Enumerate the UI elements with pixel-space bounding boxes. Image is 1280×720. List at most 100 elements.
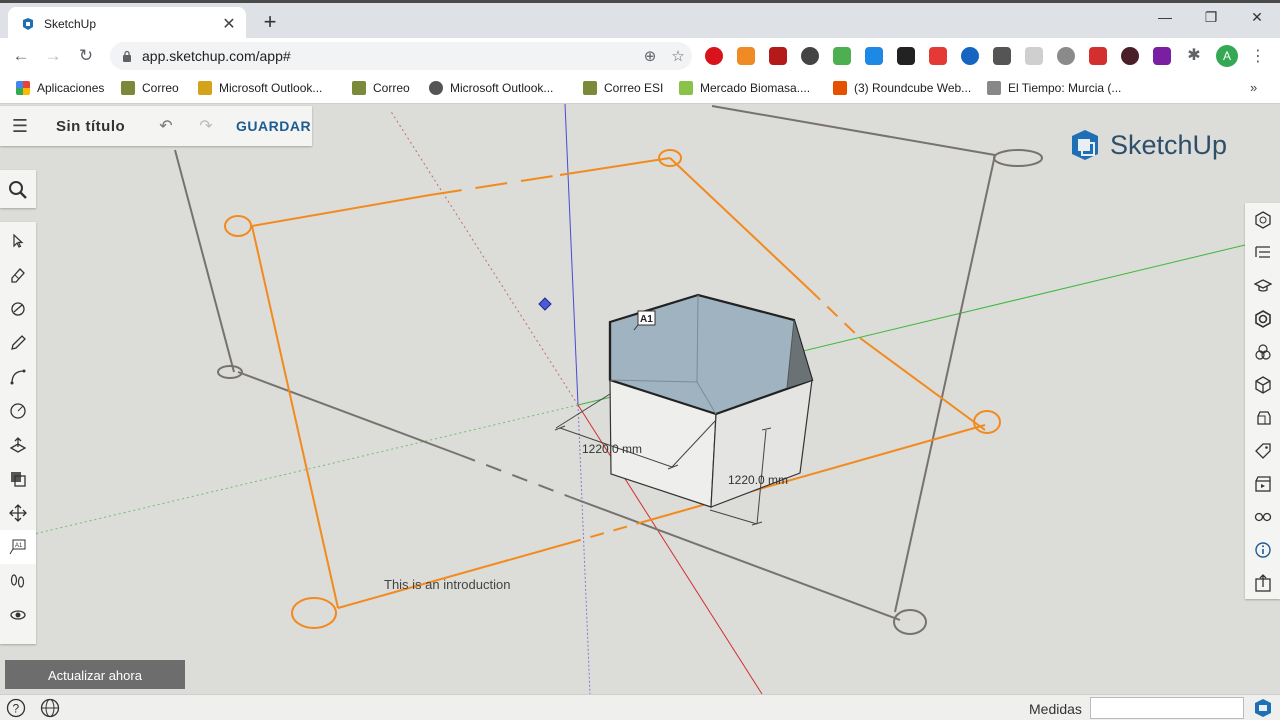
green-axis-hidden [29, 404, 579, 536]
bookmark-item[interactable]: Correo [352, 81, 410, 95]
extensions-puzzle-icon[interactable]: ✱ [1185, 47, 1203, 65]
grey-section-plane[interactable] [174, 104, 1043, 635]
extension-pdf-icon[interactable] [769, 47, 787, 65]
extension-download-icon[interactable] [865, 47, 883, 65]
extension-green-icon[interactable] [833, 47, 851, 65]
new-tab-plus-icon[interactable]: + [258, 9, 282, 35]
install-app-icon[interactable]: ⊕ [636, 47, 664, 65]
materials-button[interactable] [1245, 302, 1280, 335]
export-button[interactable] [1245, 566, 1280, 599]
blue-axis [564, 104, 579, 406]
bookmark-item[interactable]: Aplicaciones [16, 81, 104, 95]
bookmark-item[interactable]: Microsoft Outlook... [429, 81, 553, 95]
styles-cube-icon [1254, 375, 1271, 394]
bookmark-item[interactable]: Mercado Biomasa.... [679, 81, 810, 95]
text-label-icon: A1 [9, 539, 26, 555]
bookmark-item[interactable]: Correo [121, 81, 179, 95]
entity-info-button[interactable] [1245, 203, 1280, 236]
bookmark-item[interactable]: (3) Roundcube Web... [833, 81, 971, 95]
tab-title: SketchUp [44, 17, 97, 31]
display-button[interactable] [1245, 500, 1280, 533]
browser-tab-sketchup[interactable]: SketchUp ✕ [8, 7, 246, 41]
extension-m-icon[interactable] [993, 47, 1011, 65]
search-button[interactable] [0, 170, 36, 208]
outliner-button[interactable] [1245, 236, 1280, 269]
svg-text:A1: A1 [15, 543, 23, 549]
clapperboard-icon [1254, 475, 1271, 492]
bookmark-star-icon[interactable]: ☆ [664, 47, 692, 65]
tags-button[interactable] [1245, 401, 1280, 434]
update-now-button[interactable]: Actualizar ahora [5, 660, 185, 689]
bookmark-item[interactable]: Microsoft Outlook... [198, 81, 322, 95]
line-tool-button[interactable] [0, 326, 36, 360]
reload-icon[interactable]: ↻ [73, 43, 99, 69]
orbit-tool-button[interactable] [0, 598, 36, 632]
browser-menu-icon[interactable]: ⋮ [1250, 46, 1266, 66]
extension-k-icon[interactable] [1121, 47, 1139, 65]
tab-close-icon[interactable]: ✕ [218, 14, 240, 34]
styles-button[interactable] [1245, 368, 1280, 401]
arc-tool-button[interactable] [0, 360, 36, 394]
window-restore-icon[interactable]: ❐ [1196, 9, 1226, 26]
globe-icon [429, 81, 443, 95]
forward-arrow-icon[interactable]: → [40, 43, 66, 69]
undo-icon[interactable]: ↶ [146, 116, 186, 136]
hamburger-menu-icon[interactable]: ☰ [0, 116, 40, 137]
footprints-icon [10, 574, 25, 588]
left-toolbar: A1 [0, 222, 36, 644]
extension-circle-icon[interactable] [801, 47, 819, 65]
offset-tool-button[interactable] [0, 462, 36, 496]
extension-tower-icon[interactable] [1089, 47, 1107, 65]
eraser-icon [11, 268, 25, 283]
modeling-viewport[interactable]: 1220.0 mm 1220.0 mm A1 This is an introd… [0, 104, 1280, 694]
scene-canvas[interactable]: 1220.0 mm 1220.0 mm A1 This is an introd… [0, 104, 1280, 694]
window-minimize-icon[interactable]: — [1150, 9, 1180, 25]
tag-icon [1254, 442, 1271, 459]
labels-button[interactable] [1245, 434, 1280, 467]
window-close-icon[interactable]: ✕ [1242, 9, 1272, 26]
extension-key-icon[interactable] [737, 47, 755, 65]
circle-tool-button[interactable] [0, 394, 36, 428]
apps-grid-icon [16, 81, 30, 95]
back-arrow-icon[interactable]: ← [8, 43, 34, 69]
paint-tool-button[interactable] [0, 292, 36, 326]
right-panel-toolbar [1245, 203, 1280, 599]
push-pull-tool-button[interactable] [0, 428, 36, 462]
address-bar[interactable]: app.sketchup.com/app# ⊕ ☆ [110, 42, 692, 70]
select-tool-button[interactable] [0, 224, 36, 258]
bookmark-item[interactable]: Correo ESI [583, 81, 663, 95]
intro-text-note[interactable]: This is an introduction [384, 577, 510, 592]
instructor-button[interactable] [1245, 269, 1280, 302]
help-question-icon[interactable]: ? [6, 698, 26, 718]
extension-purple-icon[interactable] [1153, 47, 1171, 65]
save-button[interactable]: GUARDAR [236, 118, 311, 134]
measures-input[interactable] [1090, 697, 1244, 719]
document-title[interactable]: Sin título [56, 118, 146, 135]
walk-tool-button[interactable] [0, 564, 36, 598]
extension-leaf-icon[interactable] [1025, 47, 1043, 65]
globe-language-icon[interactable] [40, 698, 60, 718]
text-tool-button[interactable]: A1 [0, 530, 36, 564]
bookmarks-overflow-icon[interactable]: » [1250, 80, 1257, 95]
extension-adblock-icon[interactable] [705, 47, 723, 65]
redo-icon[interactable]: ↷ [186, 116, 226, 136]
sketchup-status-icon[interactable] [1252, 698, 1274, 718]
diamond-marker-icon[interactable] [538, 297, 552, 311]
dimension-label-depth[interactable]: 1220.0 mm [728, 473, 788, 487]
scenes-button[interactable] [1245, 467, 1280, 500]
profile-avatar[interactable]: A [1216, 45, 1238, 67]
eraser-tool-button[interactable] [0, 258, 36, 292]
svg-text:?: ? [13, 702, 20, 716]
info-button[interactable] [1245, 533, 1280, 566]
extension-infinity-icon[interactable] [961, 47, 979, 65]
move-tool-button[interactable] [0, 496, 36, 530]
extension-dark-icon[interactable] [897, 47, 915, 65]
measures-label: Medidas [1029, 701, 1082, 717]
outliner-icon [1254, 245, 1270, 258]
extension-gear-icon[interactable] [1057, 47, 1075, 65]
dimension-label-width[interactable]: 1220.0 mm [582, 442, 642, 456]
components-button[interactable] [1245, 335, 1280, 368]
bookmark-item[interactable]: El Tiempo: Murcia (... [987, 81, 1121, 95]
extension-50-icon[interactable] [929, 47, 947, 65]
bookmarks-bar: Aplicaciones Correo Microsoft Outlook...… [0, 74, 1280, 104]
